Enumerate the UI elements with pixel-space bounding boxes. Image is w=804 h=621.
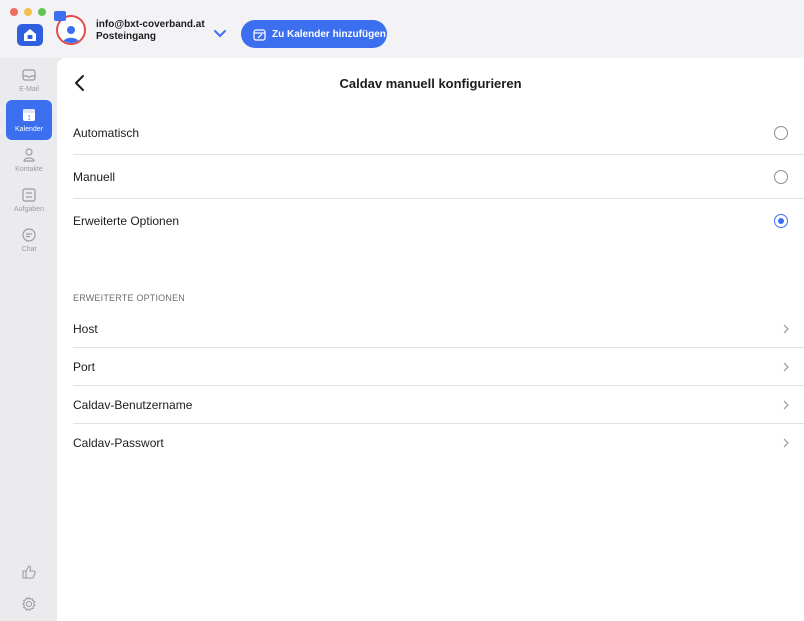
setting-host[interactable]: Host <box>73 310 804 348</box>
add-to-calendar-label: Zu Kalender hinzufügen <box>272 28 386 40</box>
settings-gear-icon[interactable] <box>21 596 37 612</box>
calendar-edit-icon <box>253 28 266 41</box>
mail-badge-icon <box>54 11 66 21</box>
page-title: Caldav manuell konfigurieren <box>339 76 522 91</box>
chevron-right-icon <box>783 362 789 372</box>
sidebar-item-label: Kontakte <box>15 166 43 173</box>
setting-caldav-username[interactable]: Caldav-Benutzername <box>73 386 804 424</box>
option-label: Manuell <box>73 170 116 184</box>
sidebar: E-Mail 1 Kalender Kontakte Aufgaben Chat <box>0 58 57 621</box>
title-bar: info@bxt-coverband.at Posteingang Zu Kal… <box>0 0 804 58</box>
main-panel: Caldav manuell konfigurieren Automatisch… <box>57 58 804 621</box>
account-folder: Posteingang <box>96 31 157 42</box>
calendar-icon: 1 <box>23 109 35 122</box>
sidebar-item-label: Aufgaben <box>14 206 44 213</box>
radio-button[interactable] <box>774 126 788 140</box>
section-header: ERWEITERTE OPTIONEN <box>73 293 185 303</box>
sidebar-item-contacts[interactable]: Kontakte <box>6 140 52 180</box>
sidebar-item-tasks[interactable]: Aufgaben <box>6 180 52 220</box>
chat-icon <box>22 228 36 242</box>
chevron-right-icon <box>783 400 789 410</box>
sidebar-item-email[interactable]: E-Mail <box>6 60 52 100</box>
option-automatisch[interactable]: Automatisch <box>73 111 804 155</box>
app-logo-icon[interactable] <box>17 24 43 46</box>
chevron-right-icon <box>783 324 789 334</box>
setting-label: Host <box>73 322 98 336</box>
sidebar-item-label: E-Mail <box>19 86 39 93</box>
chevron-right-icon <box>783 438 789 448</box>
thumbs-up-icon[interactable] <box>21 564 37 580</box>
mail-icon <box>22 69 36 81</box>
contacts-icon <box>23 148 35 162</box>
sidebar-item-label: Kalender <box>14 126 44 133</box>
option-label: Erweiterte Optionen <box>73 214 180 228</box>
setting-label: Caldav-Passwort <box>73 436 164 450</box>
setting-caldav-password[interactable]: Caldav-Passwort <box>73 424 804 462</box>
sidebar-item-label: Chat <box>21 246 37 253</box>
close-window-button[interactable] <box>10 8 18 16</box>
sidebar-item-chat[interactable]: Chat <box>6 220 52 260</box>
tasks-icon <box>22 188 36 202</box>
option-erweiterte-optionen[interactable]: Erweiterte Optionen <box>73 199 804 243</box>
setting-label: Caldav-Benutzername <box>73 398 193 412</box>
minimize-window-button[interactable] <box>24 8 32 16</box>
add-to-calendar-button[interactable]: Zu Kalender hinzufügen <box>241 20 387 48</box>
radio-button-selected[interactable] <box>774 214 788 228</box>
setting-port[interactable]: Port <box>73 348 804 386</box>
chevron-down-icon[interactable] <box>213 29 227 39</box>
zoom-window-button[interactable] <box>38 8 46 16</box>
option-manuell[interactable]: Manuell <box>73 155 804 199</box>
account-switcher[interactable]: info@bxt-coverband.at Posteingang <box>54 11 205 47</box>
account-email: info@bxt-coverband.at <box>96 19 205 30</box>
radio-button[interactable] <box>774 170 788 184</box>
option-label: Automatisch <box>73 126 140 140</box>
setting-label: Port <box>73 360 96 374</box>
sidebar-item-calendar[interactable]: 1 Kalender <box>6 100 52 140</box>
